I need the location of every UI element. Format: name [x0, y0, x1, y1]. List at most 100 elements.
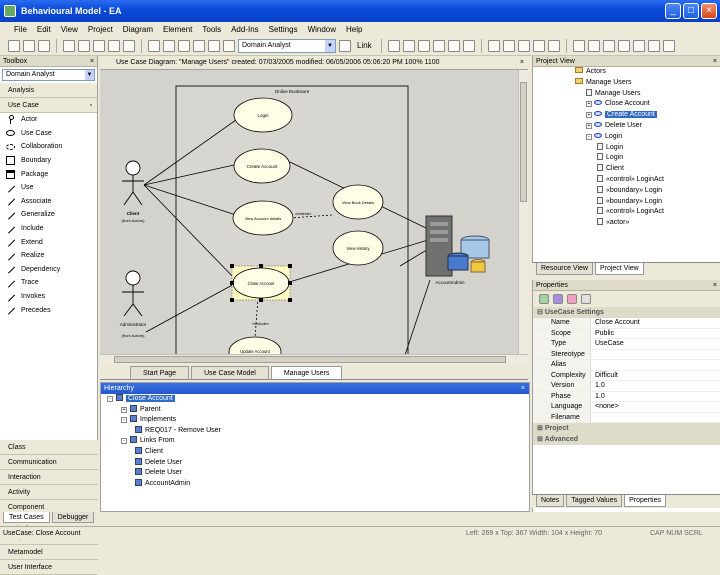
menu-help[interactable]: Help [346, 25, 362, 34]
sort-icon[interactable] [539, 294, 549, 304]
project-tree-item[interactable]: - Login [533, 132, 720, 143]
menu-add-ins[interactable]: Add-Ins [231, 25, 259, 34]
project-tree-item[interactable]: «control» LoginAct [533, 207, 720, 218]
hierarchy-row[interactable]: - Links From [101, 436, 529, 447]
project-tree-item[interactable]: + Close Account [533, 99, 720, 110]
diagram-vertical-scrollbar[interactable] [518, 70, 528, 354]
new-icon[interactable] [8, 39, 20, 52]
property-value[interactable]: Public [591, 329, 720, 339]
menu-element[interactable]: Element [163, 25, 192, 34]
hierarchy-row[interactable]: + Parent [101, 404, 529, 416]
properties-section-header[interactable]: ⊟ UseCase Settings [533, 307, 720, 318]
zoom-in-icon[interactable] [602, 39, 615, 52]
menu-settings[interactable]: Settings [269, 25, 298, 34]
project-tree-item[interactable]: + Delete User [533, 121, 720, 132]
property-row[interactable]: Stereotype [533, 349, 720, 360]
project-tree-item[interactable]: «boundary» Login [533, 196, 720, 208]
hierarchy-row[interactable]: - Implements [101, 415, 529, 426]
property-value[interactable]: UseCase [591, 339, 720, 350]
toolbox-item-generalize[interactable]: Generalize [0, 208, 97, 222]
property-row[interactable]: Name Close Account [533, 318, 720, 329]
layout-icon[interactable] [208, 39, 220, 52]
style-icon[interactable] [462, 39, 475, 52]
diagram-horizontal-scrollbar[interactable] [100, 354, 528, 364]
undo-icon[interactable] [108, 39, 120, 52]
project-tree-item[interactable]: «actor» [533, 218, 720, 229]
property-row[interactable]: Phase 1.0 [533, 391, 720, 402]
hierarchy-row[interactable]: - Close Account [101, 394, 529, 405]
forward-icon[interactable] [587, 39, 600, 52]
grid-icon[interactable] [487, 39, 500, 52]
project-tree-item[interactable]: «control» LoginAct [533, 174, 720, 186]
project-tree-item[interactable]: «boundary» Login [533, 185, 720, 197]
account-admin-server-icon[interactable] [425, 215, 490, 277]
back-icon[interactable] [572, 39, 585, 52]
menu-view[interactable]: View [61, 25, 78, 34]
project-tree-item[interactable]: Login [533, 142, 720, 154]
actor-administrator[interactable] [122, 270, 144, 317]
use-case-close-account[interactable]: Close Account [230, 264, 292, 302]
hierarchy-row[interactable]: REQ017 - Remove User [101, 425, 529, 437]
tab-start-page[interactable]: Start Page [130, 366, 190, 379]
toolbox-item-trace[interactable]: Trace [0, 276, 97, 290]
collapse-icon[interactable]: - [121, 417, 127, 424]
align-icon[interactable] [387, 39, 400, 52]
tab-test-cases[interactable]: Test Cases [3, 512, 50, 523]
help-icon[interactable] [223, 39, 235, 52]
open-icon[interactable] [23, 39, 35, 52]
perspective-select[interactable]: Domain Analyst ▼ [238, 38, 336, 53]
hierarchy-row[interactable]: Delete User [101, 468, 529, 479]
grid-icon[interactable] [502, 39, 515, 52]
toolbox-category[interactable]: Interaction [0, 470, 98, 485]
close-icon[interactable]: × [520, 56, 524, 70]
toolbox-item-use[interactable]: Use [0, 181, 97, 195]
link-arrow-icon[interactable] [339, 39, 351, 52]
properties-subsection[interactable]: ⊞ Project [533, 423, 720, 434]
toolbox-item-boundary[interactable]: Boundary [0, 154, 97, 168]
close-icon[interactable]: × [713, 56, 717, 67]
property-row[interactable]: Scope Public [533, 328, 720, 339]
property-value[interactable]: 1.0 [591, 392, 720, 402]
property-row[interactable]: Filename [533, 412, 720, 423]
actor-client[interactable] [122, 160, 144, 206]
use-case-login[interactable]: Login [233, 97, 293, 133]
toolbox-item-dependency[interactable]: Dependency [0, 263, 97, 277]
hierarchy-row[interactable]: Client [101, 446, 529, 458]
collapse-icon[interactable]: - [107, 396, 113, 402]
properties-subsection[interactable]: ⊞ Advanced [533, 434, 720, 445]
hierarchy-row[interactable]: AccountAdmin [101, 478, 529, 490]
property-row[interactable]: Version 1.0 [533, 381, 720, 392]
property-value[interactable] [591, 360, 720, 371]
property-value[interactable] [591, 350, 720, 360]
property-row[interactable]: Alias [533, 360, 720, 371]
zoom-fit-icon[interactable] [632, 39, 645, 52]
property-value[interactable]: 1.0 [591, 381, 720, 392]
toolbox-perspective-select[interactable]: Domain Analyst ▼ [2, 69, 95, 81]
link-button[interactable]: Link [354, 41, 375, 50]
tab-use-case-model[interactable]: Use Case Model [191, 366, 269, 379]
toolbox-category[interactable]: Analysis [0, 83, 97, 98]
hierarchy-row[interactable]: Delete User [101, 457, 529, 469]
search-icon[interactable] [163, 39, 175, 52]
zoom-100-icon[interactable] [647, 39, 660, 52]
project-tree-item[interactable]: Login [533, 153, 720, 164]
menu-tools[interactable]: Tools [202, 25, 221, 34]
use-case-view-book-details[interactable]: View Book Details [332, 184, 384, 220]
toolbox-item-collaboration[interactable]: Collaboration [0, 140, 97, 154]
save-icon[interactable] [38, 39, 50, 52]
close-button[interactable]: × [701, 3, 717, 19]
toolbox-item-package[interactable]: Package [0, 167, 97, 181]
use-case-create-account[interactable]: Create Account [233, 148, 291, 184]
menu-diagram[interactable]: Diagram [123, 25, 153, 34]
scrollbar-thumb[interactable] [114, 356, 506, 363]
grid-icon[interactable] [532, 39, 545, 52]
toolbox-category[interactable]: User Interface [0, 560, 98, 575]
categorize-icon[interactable] [553, 294, 563, 304]
expand-icon[interactable]: + [586, 101, 592, 108]
minimize-button[interactable]: _ [665, 3, 681, 19]
toolbox-category[interactable]: Activity [0, 485, 98, 500]
font-icon[interactable] [417, 39, 430, 52]
collapse-icon[interactable]: - [586, 133, 592, 140]
tab-resource-view[interactable]: Resource View [536, 263, 593, 275]
align-icon[interactable] [402, 39, 415, 52]
